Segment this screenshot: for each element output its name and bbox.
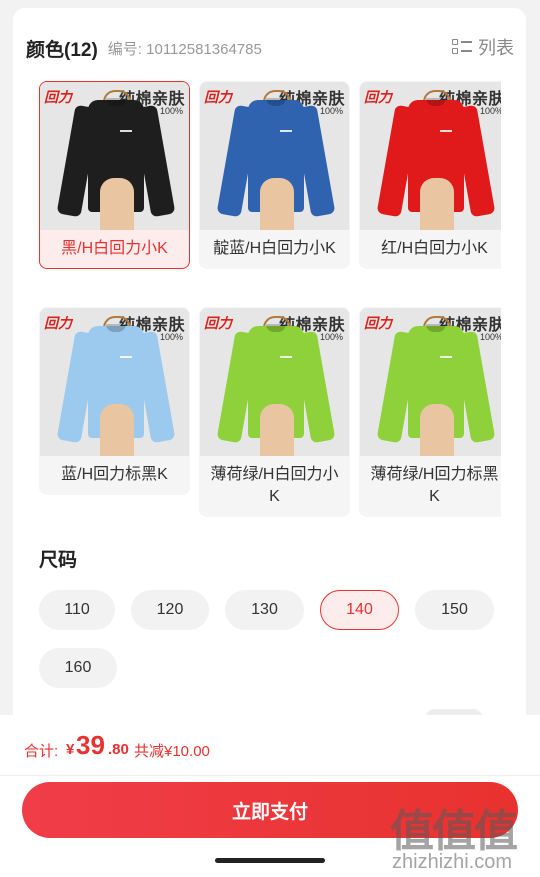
swatch-label: 黑/H白回力小K [61,240,168,257]
shirt-image: 回力 纯棉亲肤 100% [200,82,349,230]
size-chip[interactable]: 110 [39,590,115,630]
size-chip[interactable]: 120 [131,590,209,630]
size-chip[interactable]: 160 [39,648,117,688]
hand-image [260,178,294,230]
list-icon [452,38,472,56]
hand-image [420,404,454,456]
watermark-url: zhizhizhi.com [392,851,513,873]
swatch-label: 薄荷绿/H白回力小K [210,466,339,505]
swatch-label: 红/H白回力小K [381,240,488,257]
color-swatch[interactable]: 回力 纯棉亲肤 100% 蓝/H回力标黑K [39,307,190,495]
chest-logo [120,356,132,361]
color-swatch[interactable]: 回力 纯棉亲肤 100% 薄荷绿/H回力标黑K [359,307,501,517]
checkout-bar: 合计: ¥ 39 .80 共减¥10.00 立即支付 值值值 zhizhizhi… [0,715,540,877]
size-title: 尺码 [39,550,78,571]
discount-text: 共减¥10.00 [134,743,210,760]
chest-logo [120,130,132,135]
total-price-decimal: .80 [108,741,129,758]
shirt-image: 回力 纯棉亲肤 100% [40,82,189,230]
shirt-image: 回力 纯棉亲肤 100% [360,308,501,456]
size-chip[interactable]: 130 [225,590,304,630]
swatch-label: 蓝/H回力标黑K [61,466,168,483]
sku-number: 编号: 10112581364785 [107,40,262,58]
hand-image [100,178,134,230]
chest-logo [440,130,452,135]
size-chip[interactable]: 140 [320,590,399,630]
pay-now-button[interactable]: 立即支付 [22,782,518,838]
divider [0,775,540,776]
color-swatch[interactable]: 回力 纯棉亲肤 100% 红/H白回力小K [359,81,501,269]
color-swatch[interactable]: 回力 纯棉亲肤 100% 靛蓝/H白回力小K [199,81,350,269]
chest-logo [280,356,292,361]
list-view-toggle[interactable]: 列表 [452,34,514,60]
shirt-image: 回力 纯棉亲肤 100% [360,82,501,230]
color-swatch[interactable]: 回力 纯棉亲肤 100% 黑/H白回力小K [39,81,190,269]
swatch-label: 薄荷绿/H回力标黑K [370,466,499,505]
shirt-image: 回力 纯棉亲肤 100% [40,308,189,456]
hand-image [260,404,294,456]
home-indicator [215,858,325,863]
shirt-image: 回力 纯棉亲肤 100% [200,308,349,456]
color-swatch-grid: 回力 纯棉亲肤 100% 黑/H白回力小K 回力 纯棉亲肤 100% 靛蓝/H白回力小K 回… [39,81,501,517]
currency-symbol: ¥ [66,741,75,758]
hand-image [420,178,454,230]
color-title: 颜色(12) [26,39,98,61]
size-chip[interactable]: 150 [415,590,494,630]
chest-logo [280,130,292,135]
color-header: 颜色(12) 编号: 10112581364785 列表 [26,34,514,62]
swatch-label: 靛蓝/H白回力小K [213,240,336,257]
list-view-label: 列表 [478,38,514,58]
hand-image [100,404,134,456]
color-swatch[interactable]: 回力 纯棉亲肤 100% 薄荷绿/H白回力小K [199,307,350,517]
total-label: 合计: [24,743,59,760]
chest-logo [440,356,452,361]
total-price-integer: 39 [76,730,105,760]
